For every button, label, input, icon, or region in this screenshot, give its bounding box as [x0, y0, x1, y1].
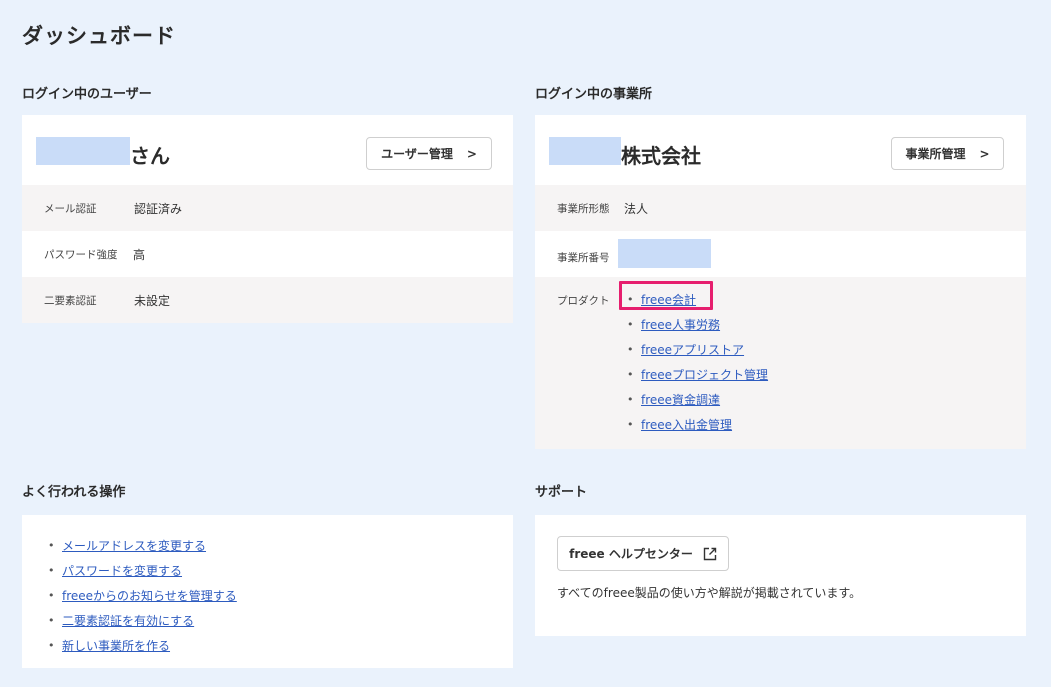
office-card: 株式会社 事業所管理 > 事業所形態 法人 事業所番号 プロダクト freee会… — [535, 115, 1026, 449]
office-manage-button[interactable]: 事業所管理 > — [891, 137, 1004, 170]
password-strength-row: パスワード強度 高 — [22, 231, 513, 277]
help-center-description: すべてのfreee製品の使い方や解説が掲載されています。 — [557, 586, 862, 600]
user-card: さん ユーザー管理 > メール認証 認証済み パスワード強度 高 二要素認証 未… — [22, 115, 513, 323]
external-link-icon — [703, 547, 717, 560]
link-change-email[interactable]: メールアドレスを変更する — [62, 539, 206, 553]
product-item: freeeプロジェクト管理 — [627, 366, 768, 391]
support-card: freee ヘルプセンター すべてのfreee製品の使い方や解説が掲載されていま… — [535, 515, 1026, 636]
link-enable-two-factor[interactable]: 二要素認証を有効にする — [62, 614, 194, 628]
product-link-freee-funding[interactable]: freee資金調達 — [641, 393, 720, 407]
password-strength-value: 高 — [133, 248, 146, 262]
product-item: freee人事労務 — [627, 316, 768, 341]
frequent-item: freeeからのお知らせを管理する — [48, 587, 237, 612]
user-manage-button[interactable]: ユーザー管理 > — [366, 137, 492, 170]
office-section-title: ログイン中の事業所 — [535, 87, 653, 102]
office-type-row: 事業所形態 法人 — [535, 185, 1026, 231]
frequent-section-title: よく行われる操作 — [22, 485, 126, 500]
help-center-button[interactable]: freee ヘルプセンター — [557, 536, 729, 571]
two-factor-value: 未設定 — [134, 294, 171, 308]
chevron-right-icon: > — [979, 146, 990, 161]
product-link-freee-payments[interactable]: freee入出金管理 — [641, 418, 732, 432]
help-center-button-label: freee ヘルプセンター — [569, 547, 693, 561]
user-card-header: さん ユーザー管理 > — [22, 115, 513, 185]
highlight-box — [619, 281, 713, 310]
redacted-username — [36, 137, 130, 165]
page-title: ダッシュボード — [22, 24, 176, 48]
user-section-title: ログイン中のユーザー — [22, 87, 152, 102]
product-item: freeeアプリストア — [627, 341, 768, 366]
office-number-row: 事業所番号 — [535, 231, 1026, 277]
password-strength-label: パスワード強度 — [44, 249, 118, 261]
link-manage-notifications[interactable]: freeeからのお知らせを管理する — [62, 589, 237, 603]
products-row: プロダクト freee会計 freee人事労務 freeeアプリストア free… — [535, 277, 1026, 449]
two-factor-row: 二要素認証 未設定 — [22, 277, 513, 323]
office-type-value: 法人 — [624, 202, 649, 216]
product-item: freee入出金管理 — [627, 416, 768, 441]
office-type-label: 事業所形態 — [557, 203, 610, 215]
link-change-password[interactable]: パスワードを変更する — [62, 564, 182, 578]
chevron-right-icon: > — [466, 146, 477, 161]
redacted-company-name — [549, 137, 621, 165]
company-name-suffix: 株式会社 — [621, 144, 701, 168]
frequent-item: 新しい事業所を作る — [48, 637, 237, 662]
two-factor-label: 二要素認証 — [44, 295, 97, 307]
office-number-label: 事業所番号 — [557, 252, 610, 264]
frequent-item: 二要素認証を有効にする — [48, 612, 237, 637]
mail-auth-label: メール認証 — [44, 203, 97, 215]
user-manage-button-label: ユーザー管理 — [381, 147, 453, 161]
user-name-suffix: さん — [130, 144, 170, 168]
frequent-item: パスワードを変更する — [48, 562, 237, 587]
product-list: freee会計 freee人事労務 freeeアプリストア freeeプロジェク… — [627, 291, 768, 441]
frequent-list: メールアドレスを変更する パスワードを変更する freeeからのお知らせを管理す… — [48, 537, 237, 662]
redacted-office-number — [618, 239, 711, 268]
product-link-freee-project[interactable]: freeeプロジェクト管理 — [641, 368, 768, 382]
products-label: プロダクト — [557, 295, 610, 307]
mail-auth-value: 認証済み — [134, 202, 183, 216]
office-manage-button-label: 事業所管理 — [905, 147, 966, 161]
frequent-item: メールアドレスを変更する — [48, 537, 237, 562]
product-link-freee-hr[interactable]: freee人事労務 — [641, 318, 720, 332]
frequent-card: メールアドレスを変更する パスワードを変更する freeeからのお知らせを管理す… — [22, 515, 513, 668]
office-card-header: 株式会社 事業所管理 > — [535, 115, 1026, 185]
product-item: freee資金調達 — [627, 391, 768, 416]
link-create-office[interactable]: 新しい事業所を作る — [62, 639, 170, 653]
mail-auth-row: メール認証 認証済み — [22, 185, 513, 231]
product-link-freee-appstore[interactable]: freeeアプリストア — [641, 343, 744, 357]
support-section-title: サポート — [535, 485, 588, 500]
